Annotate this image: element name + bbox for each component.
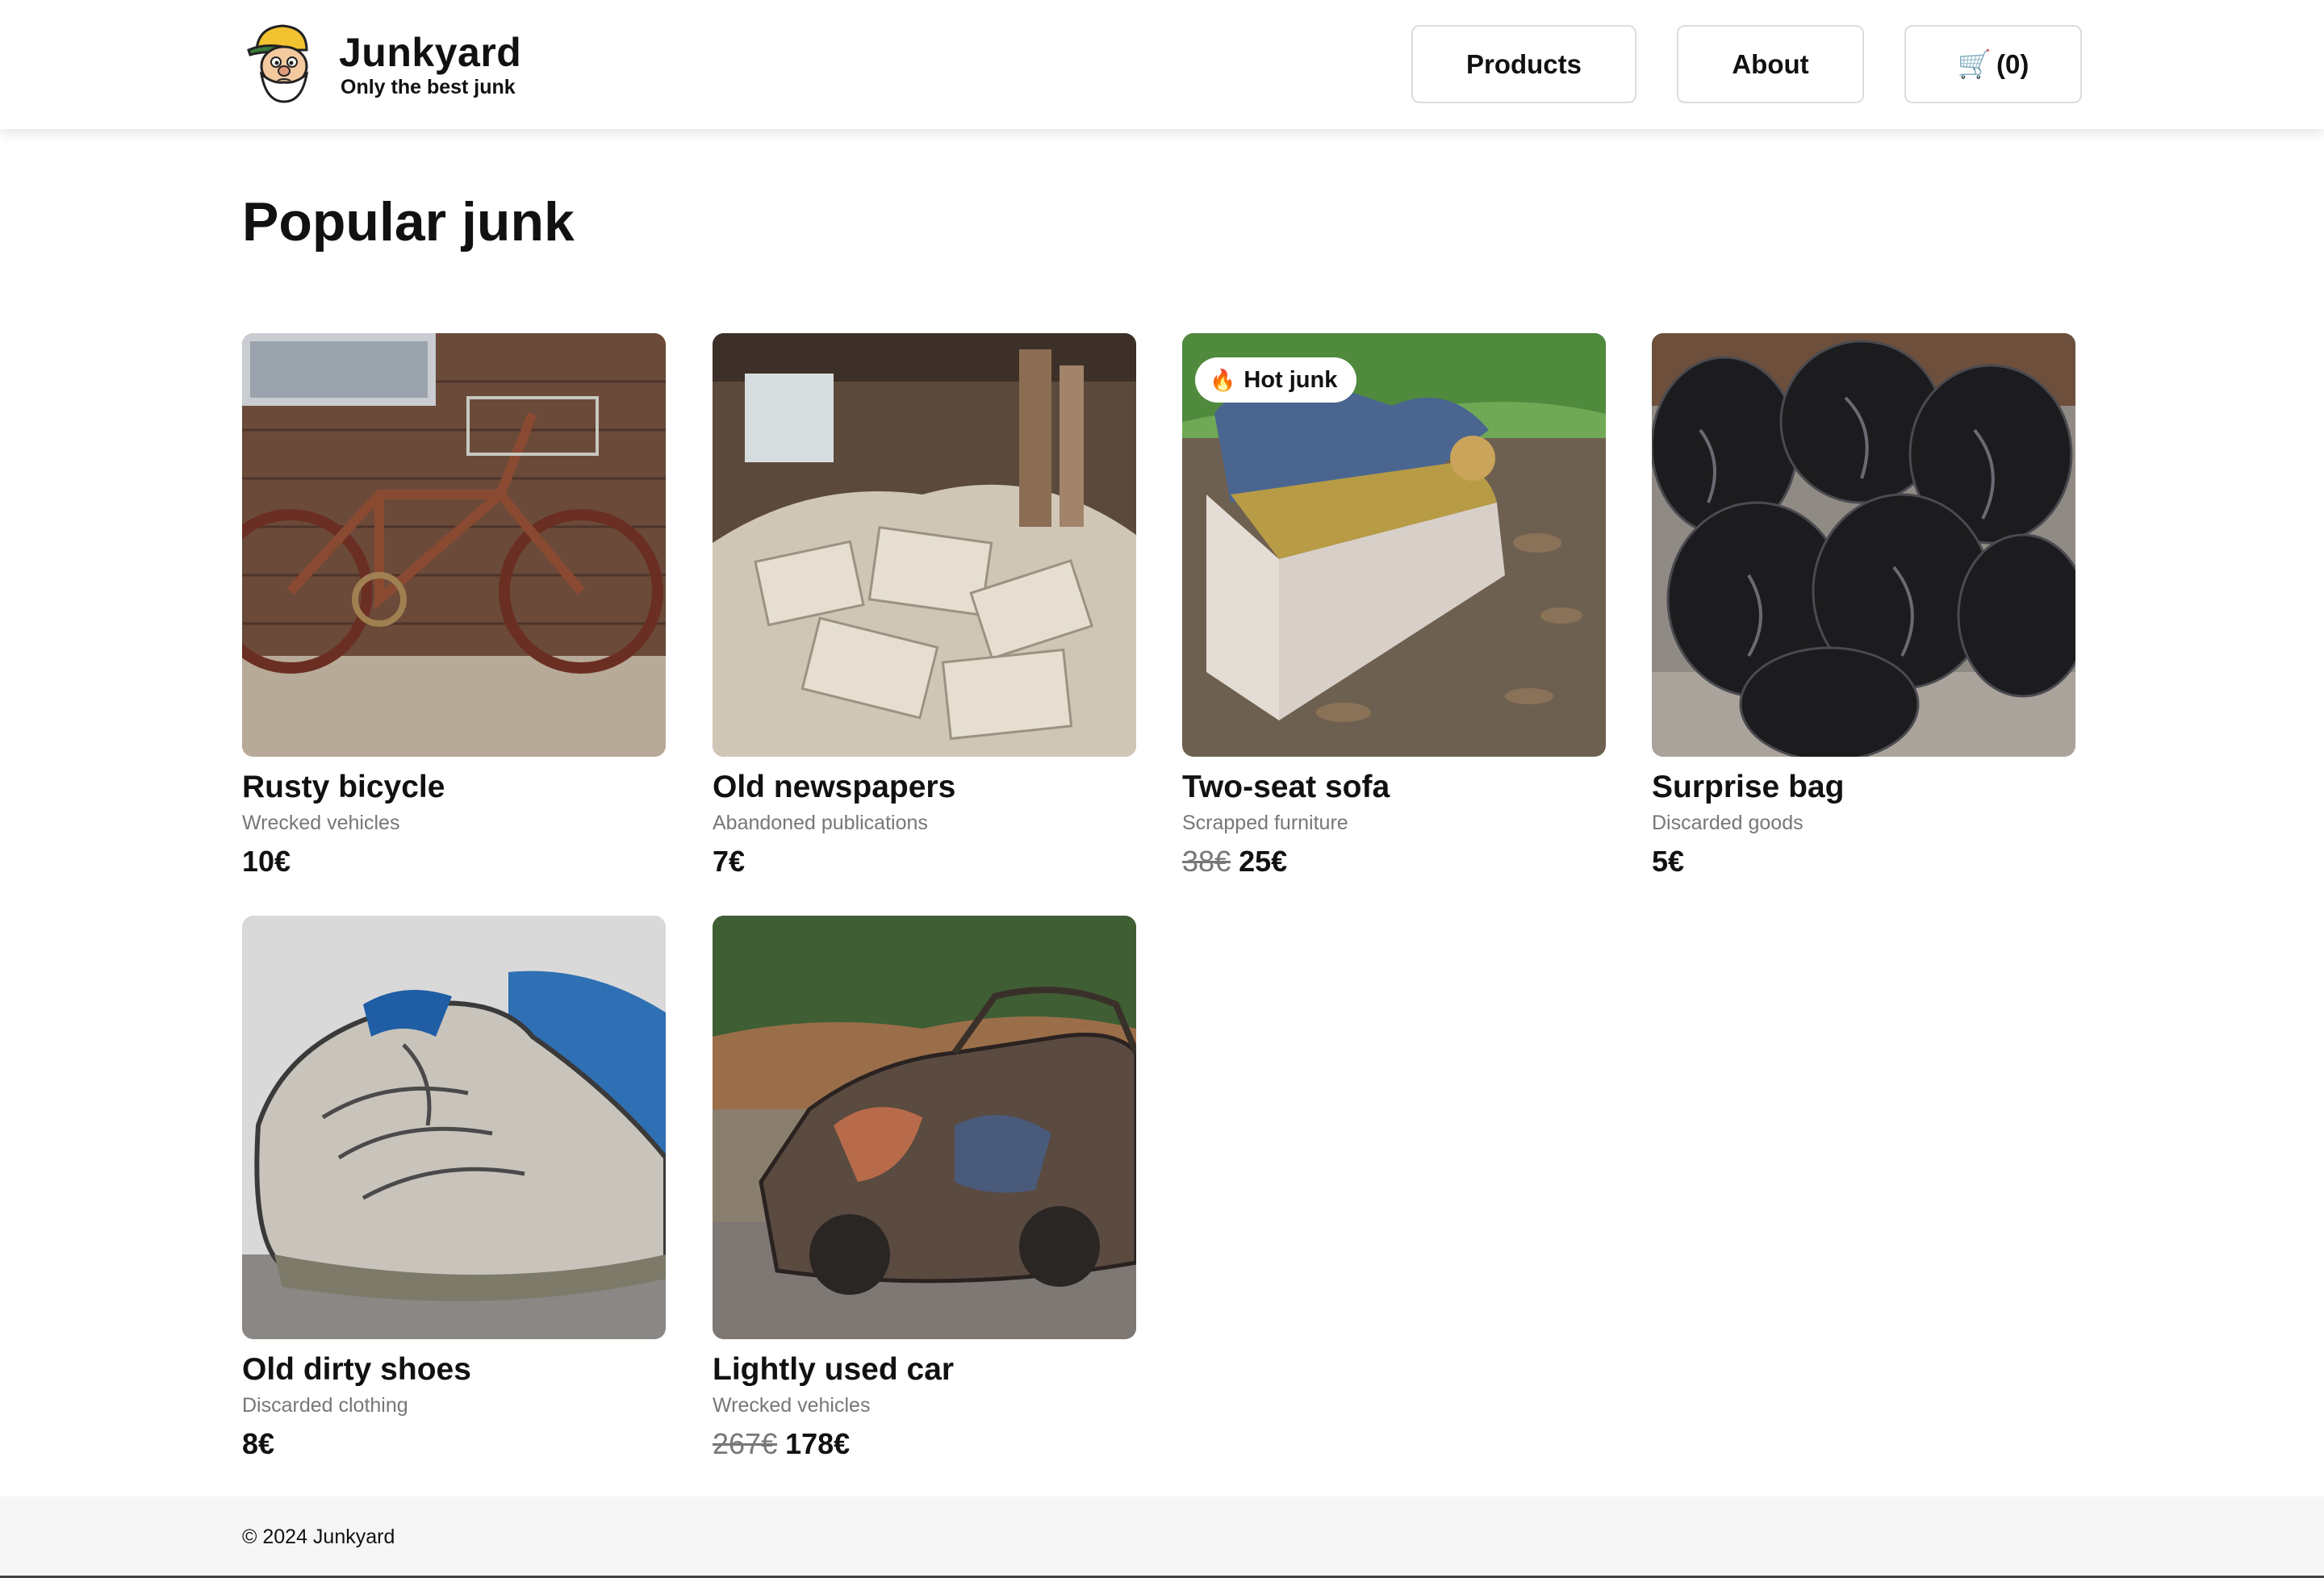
product-price: 10€ bbox=[242, 845, 291, 878]
brand-name[interactable]: Junkyard bbox=[339, 29, 521, 76]
product-price-row: 38€ 25€ bbox=[1182, 844, 1606, 879]
product-old-price: 267€ bbox=[713, 1427, 778, 1460]
product-price-row: 7€ bbox=[713, 844, 1136, 879]
brand-tagline: Only the best junk bbox=[341, 76, 516, 98]
product-title[interactable]: Lightly used car bbox=[713, 1350, 1136, 1389]
product-price-row: 267€ 178€ bbox=[713, 1426, 1136, 1462]
products-button[interactable]: Products bbox=[1411, 25, 1636, 103]
burnt-car-photo[interactable] bbox=[713, 916, 1136, 1339]
product-category: Abandoned publications bbox=[713, 812, 928, 834]
cart-icon: 🛒 bbox=[1957, 48, 1992, 80]
product-title[interactable]: Old dirty shoes bbox=[242, 1350, 666, 1389]
bicycle-photo[interactable] bbox=[242, 333, 666, 757]
sofa-photo[interactable]: 🔥 Hot junk bbox=[1182, 333, 1606, 757]
product-card-lightly-used-car[interactable]: Lightly used car Wrecked vehicles 267€ 17… bbox=[713, 916, 1136, 1462]
product-title[interactable]: Old newspapers bbox=[713, 768, 1136, 807]
product-price: 7€ bbox=[713, 845, 746, 878]
product-card-surprise-bag[interactable]: Surprise bag Discarded goods 5€ bbox=[1652, 333, 2075, 879]
product-title[interactable]: Two-seat sofa bbox=[1182, 768, 1606, 807]
product-category: Wrecked vehicles bbox=[242, 812, 400, 834]
about-button-label: About bbox=[1732, 48, 1809, 79]
product-card-old-newspapers[interactable]: Old newspapers Abandoned publications 7€ bbox=[713, 333, 1136, 879]
product-category: Discarded goods bbox=[1652, 812, 1804, 834]
newspapers-photo[interactable] bbox=[713, 333, 1136, 757]
product-price: 25€ bbox=[1239, 845, 1288, 878]
product-price-row: 5€ bbox=[1652, 844, 2075, 879]
product-price: 178€ bbox=[785, 1427, 851, 1460]
site-footer: © 2024 Junkyard bbox=[0, 1497, 2324, 1578]
fire-icon: 🔥 bbox=[1210, 367, 1236, 392]
hot-junk-badge-label: Hot junk bbox=[1244, 366, 1338, 393]
trash-bags-photo[interactable] bbox=[1652, 333, 2075, 757]
product-category: Discarded clothing bbox=[242, 1394, 408, 1417]
cart-count: (0) bbox=[1996, 48, 2029, 79]
product-old-price: 38€ bbox=[1182, 845, 1231, 878]
product-category: Wrecked vehicles bbox=[713, 1394, 871, 1417]
page-title: Popular junk bbox=[242, 191, 575, 253]
product-title[interactable]: Rusty bicycle bbox=[242, 768, 666, 807]
cart-button[interactable]: 🛒 (0) bbox=[1904, 25, 2082, 103]
product-price-row: 8€ bbox=[242, 1426, 666, 1462]
product-title[interactable]: Surprise bag bbox=[1652, 768, 2075, 807]
about-button[interactable]: About bbox=[1677, 25, 1864, 103]
copyright-text: © 2024 Junkyard bbox=[242, 1526, 395, 1548]
site-header: Junkyard Only the best junk Products Abo… bbox=[0, 0, 2324, 129]
products-button-label: Products bbox=[1465, 48, 1582, 79]
product-price: 8€ bbox=[242, 1427, 275, 1460]
product-card-two-seat-sofa[interactable]: 🔥 Hot junk Two-seat sofa Scrapped furnit… bbox=[1182, 333, 1606, 879]
hot-junk-badge: 🔥 Hot junk bbox=[1195, 357, 1357, 403]
junkyard-logo[interactable] bbox=[242, 18, 323, 106]
product-category: Scrapped furniture bbox=[1182, 812, 1348, 834]
product-price-row: 10€ bbox=[242, 844, 666, 879]
shoes-photo[interactable] bbox=[242, 916, 666, 1339]
product-card-old-dirty-shoes[interactable]: Old dirty shoes Discarded clothing 8€ bbox=[242, 916, 666, 1462]
product-price: 5€ bbox=[1652, 845, 1685, 878]
product-card-rusty-bicycle[interactable]: Rusty bicycle Wrecked vehicles 10€ bbox=[242, 333, 666, 879]
